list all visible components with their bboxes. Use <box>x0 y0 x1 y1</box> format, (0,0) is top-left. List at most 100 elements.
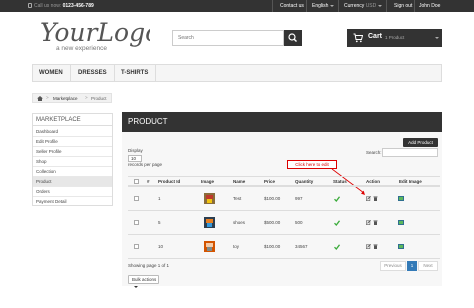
per-page-value: 10 <box>131 156 137 161</box>
currency-label: Currency <box>344 3 365 9</box>
divider <box>272 0 273 12</box>
bulk-actions-label: Bulk actions <box>132 277 157 282</box>
pagination-previous[interactable]: Previous <box>380 261 406 271</box>
col-name[interactable]: Name <box>233 179 245 184</box>
logo[interactable]: YourLogo a new experience <box>40 17 160 55</box>
row-checkbox[interactable] <box>134 220 139 225</box>
phone-icon <box>28 3 32 9</box>
showing-text: Showing page 1 of 1 <box>128 263 170 268</box>
divider <box>70 65 71 82</box>
language-value: English <box>312 3 329 9</box>
breadcrumb-marketplace[interactable]: Marketplace <box>53 96 78 101</box>
status-active-icon[interactable] <box>334 220 340 226</box>
search-input[interactable] <box>172 30 284 46</box>
row-checkbox[interactable] <box>134 196 139 201</box>
divider <box>414 0 415 12</box>
divider <box>386 0 387 12</box>
col-edit-image: Edit Image <box>399 179 422 184</box>
row-price: $100.00 <box>264 244 281 249</box>
row-quantity: 500 <box>295 220 303 225</box>
sidebar-title: MARKETPLACE <box>33 114 112 126</box>
trash-icon[interactable] <box>373 220 378 225</box>
currency-value: USD <box>365 3 377 9</box>
table-row: 10 toy $100.00 34567 <box>128 235 440 259</box>
sidebar-item-shop[interactable]: Shop <box>33 157 112 167</box>
display-label: Display <box>128 148 143 153</box>
sidebar-item-product[interactable]: Product <box>33 177 112 187</box>
select-all-checkbox[interactable] <box>134 179 139 184</box>
sidebar: MARKETPLACE Dashboard Edit Profile Selle… <box>32 113 113 206</box>
image-edit-icon[interactable] <box>398 196 404 201</box>
col-price[interactable]: Price <box>264 179 275 184</box>
image-edit-icon[interactable] <box>398 244 404 249</box>
cart-label: Cart <box>368 33 383 40</box>
row-price: $100.00 <box>264 196 281 201</box>
pagination: Previous 1 Next <box>380 261 438 271</box>
language-select[interactable]: English <box>312 2 335 10</box>
divider <box>306 0 307 12</box>
row-name: shoes <box>233 220 246 225</box>
sidebar-item-payment-detail[interactable]: Payment Detail <box>33 197 112 207</box>
signout-link[interactable]: Sign out <box>394 2 412 10</box>
breadcrumb: > Marketplace > Product <box>32 93 112 103</box>
cart-button[interactable]: Cart 1 Product <box>347 29 442 47</box>
per-page-select[interactable]: 10 <box>128 155 142 162</box>
nav-item-women[interactable]: WOMEN <box>35 65 67 82</box>
image-edit-icon[interactable] <box>398 220 404 225</box>
currency-select[interactable]: Currency USD <box>344 2 383 10</box>
col-action: Action <box>366 179 380 184</box>
search-label: Search: <box>366 150 382 155</box>
row-price: $500.00 <box>264 220 281 225</box>
nav-item-dresses[interactable]: DRESSES <box>74 65 111 82</box>
breadcrumb-sep: > <box>46 95 49 100</box>
logo-graphic: YourLogo a new experience <box>40 18 160 52</box>
trash-icon[interactable] <box>373 196 378 201</box>
home-icon[interactable] <box>37 96 43 101</box>
contact-link[interactable]: Contact us <box>280 2 304 10</box>
chevron-down-icon <box>134 285 138 288</box>
sidebar-item-dashboard[interactable]: Dashboard <box>33 127 112 137</box>
nav-item-tshirts[interactable]: T-SHIRTS <box>117 65 152 82</box>
table-search-input[interactable] <box>382 148 438 157</box>
chevron-down-icon <box>330 4 335 7</box>
sidebar-item-seller-profile[interactable]: Seller Profile <box>33 147 112 157</box>
page-title: PRODUCT <box>122 112 442 132</box>
col-image[interactable]: Image <box>201 179 214 184</box>
breadcrumb-sep: > <box>85 95 88 100</box>
table-row: 1 Test $100.00 997 <box>128 187 440 211</box>
divider <box>338 0 339 12</box>
row-quantity: 34567 <box>295 244 308 249</box>
add-product-button[interactable]: Add Product <box>403 138 438 147</box>
phone-info: Call us now: 0123-456-789 <box>28 2 94 10</box>
product-thumbnail <box>204 217 215 228</box>
main-nav: WOMEN DRESSES T-SHIRTS <box>32 64 442 82</box>
row-checkbox[interactable] <box>134 244 139 249</box>
table-row: 5 shoes $500.00 500 <box>128 211 440 235</box>
product-thumbnail <box>204 193 215 204</box>
sidebar-item-collection[interactable]: Collection <box>33 167 112 177</box>
phone-number: 0123-456-789 <box>62 3 94 9</box>
top-bar: Call us now: 0123-456-789 Contact us Eng… <box>0 0 474 12</box>
sidebar-item-orders[interactable]: Orders <box>33 187 112 197</box>
col-product-id[interactable]: Product Id <box>158 179 180 184</box>
row-name: Test <box>233 196 242 201</box>
edit-icon[interactable] <box>366 244 371 249</box>
pagination-page-1[interactable]: 1 <box>407 261 417 271</box>
sidebar-item-edit-profile[interactable]: Edit Profile <box>33 137 112 147</box>
col-index[interactable]: # <box>147 179 150 184</box>
row-product-id: 5 <box>158 220 161 225</box>
search-button[interactable] <box>284 30 302 46</box>
edit-icon[interactable] <box>366 196 371 201</box>
bulk-actions-button[interactable]: Bulk actions <box>128 275 159 288</box>
status-active-icon[interactable] <box>334 244 340 250</box>
col-status[interactable]: Status <box>333 179 347 184</box>
chevron-down-icon <box>378 4 383 7</box>
edit-icon[interactable] <box>366 220 371 225</box>
pagination-next[interactable]: Next <box>418 261 438 271</box>
col-quantity[interactable]: Quantity <box>295 179 313 184</box>
divider <box>155 65 156 82</box>
row-name: toy <box>233 244 240 249</box>
user-name[interactable]: John Doe <box>419 2 440 10</box>
trash-icon[interactable] <box>373 244 378 249</box>
status-active-icon[interactable] <box>334 196 340 202</box>
